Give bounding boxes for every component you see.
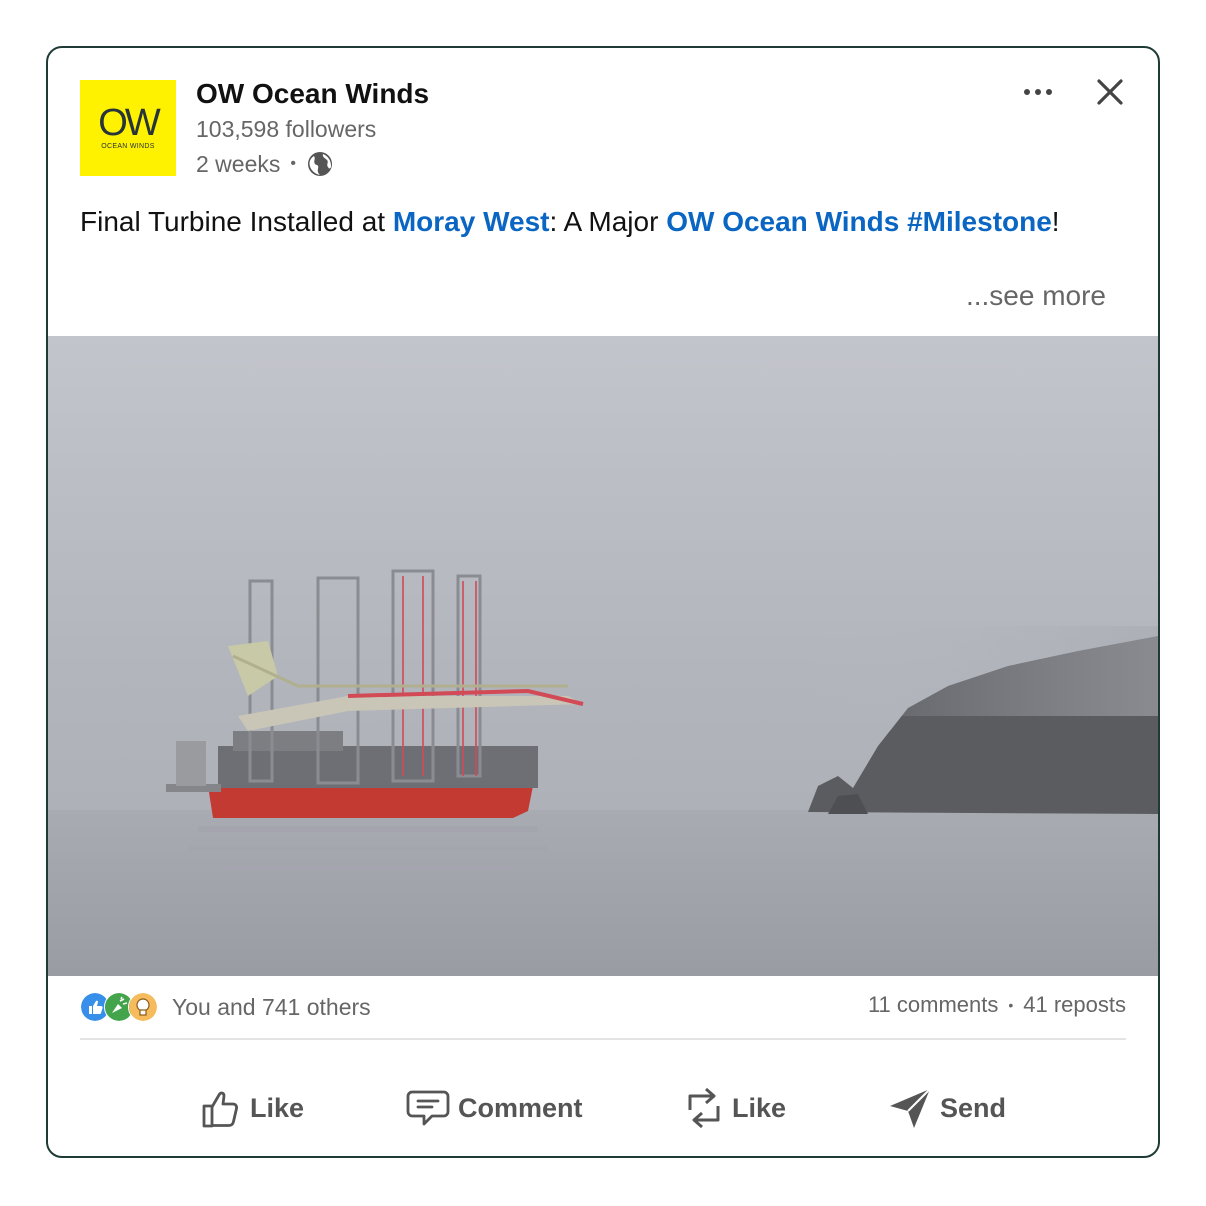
reposts-count[interactable]: 41 reposts bbox=[1023, 992, 1126, 1018]
post-text-part1: Final Turbine Installed at bbox=[80, 206, 393, 237]
like-label: Like bbox=[250, 1092, 305, 1123]
reactions-text[interactable]: You and 741 others bbox=[172, 994, 371, 1021]
post-image[interactable] bbox=[48, 336, 1158, 976]
engagement-counts: 11 comments • 41 reposts bbox=[868, 992, 1126, 1018]
logo-text: OW bbox=[98, 102, 160, 144]
insightful-reaction-icon bbox=[128, 992, 158, 1022]
post-meta: 2 weeks • bbox=[196, 150, 334, 178]
see-more-link[interactable]: ...see more bbox=[966, 280, 1106, 312]
globe-icon bbox=[307, 152, 332, 176]
like-button[interactable]: Like bbox=[200, 1078, 304, 1138]
post-text-part2: : A Major bbox=[549, 206, 667, 237]
post-time: 2 weeks bbox=[196, 150, 281, 177]
send-button[interactable]: Send bbox=[888, 1078, 1006, 1138]
logo-subtext: OCEAN WINDS bbox=[101, 143, 155, 150]
thumbs-up-icon bbox=[202, 1091, 238, 1128]
post-text-part3: ! bbox=[1051, 206, 1060, 237]
repost-label: Like bbox=[732, 1092, 787, 1123]
reaction-icons bbox=[80, 992, 160, 1022]
close-icon bbox=[1097, 79, 1123, 105]
close-button[interactable] bbox=[1090, 72, 1130, 112]
meta-separator: • bbox=[290, 155, 296, 172]
post-card: OW OCEAN WINDS OW Ocean Winds 103,598 fo… bbox=[46, 46, 1160, 1158]
counts-separator: • bbox=[1008, 997, 1014, 1013]
post-text: Final Turbine Installed at Moray West: A… bbox=[80, 206, 1060, 238]
divider bbox=[80, 1038, 1126, 1040]
company-logo[interactable]: OW OCEAN WINDS bbox=[80, 80, 176, 176]
milestone-hashtag-link[interactable]: OW Ocean Winds #Milestone bbox=[666, 206, 1052, 237]
comment-icon bbox=[406, 1090, 450, 1126]
more-horizontal-icon bbox=[1024, 89, 1052, 95]
repost-button[interactable]: Like bbox=[684, 1078, 786, 1138]
comments-count[interactable]: 11 comments bbox=[868, 992, 998, 1018]
reactions-summary[interactable]: You and 741 others bbox=[80, 992, 371, 1022]
more-options-button[interactable] bbox=[1016, 74, 1060, 110]
repost-icon bbox=[688, 1087, 720, 1129]
action-bar: Like Comment Like Send bbox=[48, 1078, 1158, 1138]
company-name[interactable]: OW Ocean Winds bbox=[196, 78, 429, 110]
follower-count: 103,598 followers bbox=[196, 116, 377, 142]
send-label: Send bbox=[940, 1092, 1007, 1123]
moray-west-link[interactable]: Moray West bbox=[393, 206, 550, 237]
comment-label: Comment bbox=[458, 1092, 583, 1123]
comment-button[interactable]: Comment bbox=[406, 1078, 583, 1138]
send-icon bbox=[890, 1088, 931, 1128]
